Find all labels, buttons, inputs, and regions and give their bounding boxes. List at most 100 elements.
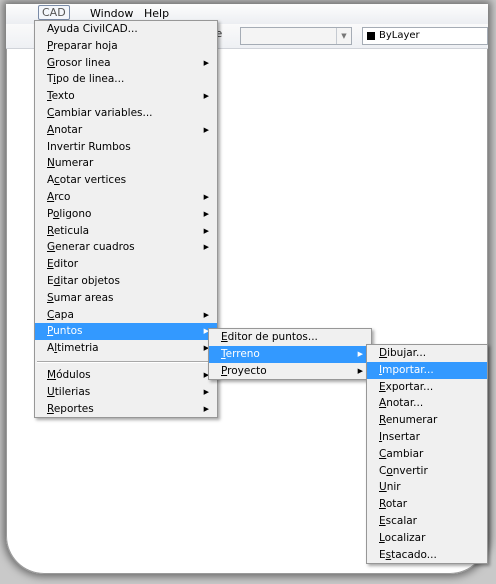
menu-item-label: ligono <box>59 207 92 220</box>
menu-item-label: erreno <box>225 347 260 360</box>
menu-item-label: apa <box>54 308 74 321</box>
submenu-arrow-icon: ▶ <box>203 58 209 67</box>
menu-item[interactable]: Anotar... <box>367 395 487 412</box>
submenu-arrow-icon: ▶ <box>357 349 363 358</box>
menu-item-label: E <box>47 274 54 287</box>
submenu-arrow-icon: ▶ <box>357 366 363 375</box>
menu-cad[interactable]: CAD <box>38 5 70 20</box>
menu-item-label: exto <box>51 90 75 103</box>
menu-item-label: Invertir Rumbos <box>47 140 131 153</box>
menu-item-label: Ayuda CivilCAD... <box>47 23 138 35</box>
menu-item[interactable]: Localizar <box>367 530 487 547</box>
menu-item-label: ocalizar <box>384 531 426 544</box>
menu-item-label: A <box>47 174 54 187</box>
menu-item[interactable]: Invertir Rumbos <box>35 139 217 156</box>
menu-item[interactable]: Exportar... <box>367 379 487 396</box>
menu-item-label: ditor <box>53 258 79 271</box>
menu-item-label: R <box>379 414 386 427</box>
menu-item-label: ibujar... <box>387 347 427 359</box>
menu-item[interactable]: Editar objetos <box>35 273 217 290</box>
menu-item-label: enerar cuadros <box>55 241 135 254</box>
menu-item[interactable]: Puntos ▶ <box>35 323 217 341</box>
civilcad-menu: Ayuda CivilCAD... Preparar hoja Grosor lin… <box>34 20 218 419</box>
layer-label: ByLayer <box>379 30 420 41</box>
menu-item[interactable]: Utilerias ▶ <box>35 384 217 401</box>
menu-item[interactable]: Texto ▶ <box>35 88 217 105</box>
submenu-arrow-icon: ▶ <box>203 310 209 319</box>
menu-item[interactable]: Numerar <box>35 155 217 172</box>
menu-item[interactable]: Proyecto ▶ <box>209 363 371 380</box>
menu-item[interactable]: Insertar <box>367 429 487 446</box>
menu-item-label: M <box>47 368 57 381</box>
menu-item-label: R <box>379 498 386 511</box>
submenu-arrow-icon: ▶ <box>203 192 209 201</box>
menu-item-label: umar areas <box>53 291 114 304</box>
menu-item-label: nir <box>386 481 401 494</box>
menu-item[interactable]: Poligono ▶ <box>35 206 217 223</box>
menu-item-label: rosor linea <box>55 56 111 69</box>
chevron-down-icon[interactable]: ▼ <box>336 28 351 44</box>
color-swatch-icon <box>367 32 375 40</box>
menu-item[interactable]: Unir <box>367 479 487 496</box>
menu-item-label: E <box>47 258 54 271</box>
submenu-arrow-icon: ▶ <box>203 125 209 134</box>
menu-item-label: mportar... <box>382 363 434 376</box>
menu-item-label: ódulos <box>56 368 91 381</box>
menu-item[interactable]: Preparar hoja <box>35 38 217 55</box>
menu-item[interactable]: Reportes ▶ <box>35 401 217 418</box>
menu-item[interactable]: Editor de puntos... <box>209 329 371 346</box>
menu-item-label: R <box>47 224 54 237</box>
menu-item-label: scalar <box>385 514 417 527</box>
menu-item[interactable]: Capa ▶ <box>35 307 217 324</box>
menu-item-label: itar objetos <box>60 274 120 287</box>
menu-item[interactable]: Estacado... <box>367 547 487 564</box>
menu-item[interactable]: Arco ▶ <box>35 189 217 206</box>
menu-item-label: eportes <box>53 402 94 415</box>
menu-item[interactable]: Anotar ▶ <box>35 122 217 139</box>
menu-item[interactable]: Cambiar variables... <box>35 105 217 122</box>
menu-item[interactable]: Sumar areas <box>35 290 217 307</box>
menu-item[interactable]: Rotar <box>367 496 487 513</box>
menu-item-label: U <box>379 481 387 494</box>
submenu-arrow-icon: ▶ <box>203 387 209 396</box>
menu-item[interactable]: Reticula ▶ <box>35 223 217 240</box>
menu-item-label: E <box>221 331 228 343</box>
menu-help[interactable]: Help <box>144 7 169 20</box>
menu-item-label: untos <box>53 325 83 338</box>
menu-item-label: S <box>47 291 54 304</box>
menu-item-label: po de linea... <box>56 73 125 86</box>
menu-item[interactable]: Módulos ▶ <box>35 367 217 384</box>
menu-item[interactable]: Grosor linea ▶ <box>35 55 217 72</box>
menu-item[interactable]: Generar cuadros ▶ <box>35 239 217 256</box>
menu-item[interactable]: Convertir <box>367 463 487 480</box>
layer-dropdown[interactable]: ByLayer <box>362 27 488 45</box>
menu-item[interactable]: Altimetria ▶ <box>35 340 217 357</box>
submenu-arrow-icon: ▶ <box>203 243 209 252</box>
menu-item-label: notar <box>54 123 83 136</box>
menu-item-label: royecto <box>227 364 267 377</box>
menu-item[interactable]: Editor <box>35 256 217 273</box>
menu-item[interactable]: Terreno ▶ <box>209 345 371 363</box>
menu-item-label: otar vertices <box>59 174 127 187</box>
menu-item[interactable]: Escalar <box>367 513 487 530</box>
menu-item-label: E <box>379 380 386 393</box>
menu-item-label: reparar hoja <box>53 39 118 52</box>
menu-item[interactable]: Renumerar <box>367 412 487 429</box>
submenu-arrow-icon: ▶ <box>203 404 209 413</box>
menu-item[interactable]: Ayuda CivilCAD... <box>35 21 217 38</box>
menu-item-label: D <box>379 347 388 359</box>
menu-window[interactable]: Window <box>90 7 133 20</box>
menu-item[interactable]: Tipo de linea... <box>35 71 217 88</box>
menu-item-label: nsertar <box>382 430 420 443</box>
menu-item[interactable]: Dibujar... <box>367 345 487 362</box>
toolbar-combo[interactable]: ▼ <box>240 27 352 45</box>
menu-item[interactable]: Importar... <box>367 361 487 379</box>
menu-item[interactable]: Cambiar <box>367 446 487 463</box>
menu-item-label: tilerias <box>54 385 91 398</box>
submenu-arrow-icon: ▶ <box>203 92 209 101</box>
menu-separator <box>37 360 215 363</box>
menu-item-label: E <box>379 514 386 527</box>
menu-item-label: tacado... <box>391 548 437 561</box>
menu-item-label: E <box>379 548 386 561</box>
menu-item[interactable]: Acotar vertices <box>35 172 217 189</box>
